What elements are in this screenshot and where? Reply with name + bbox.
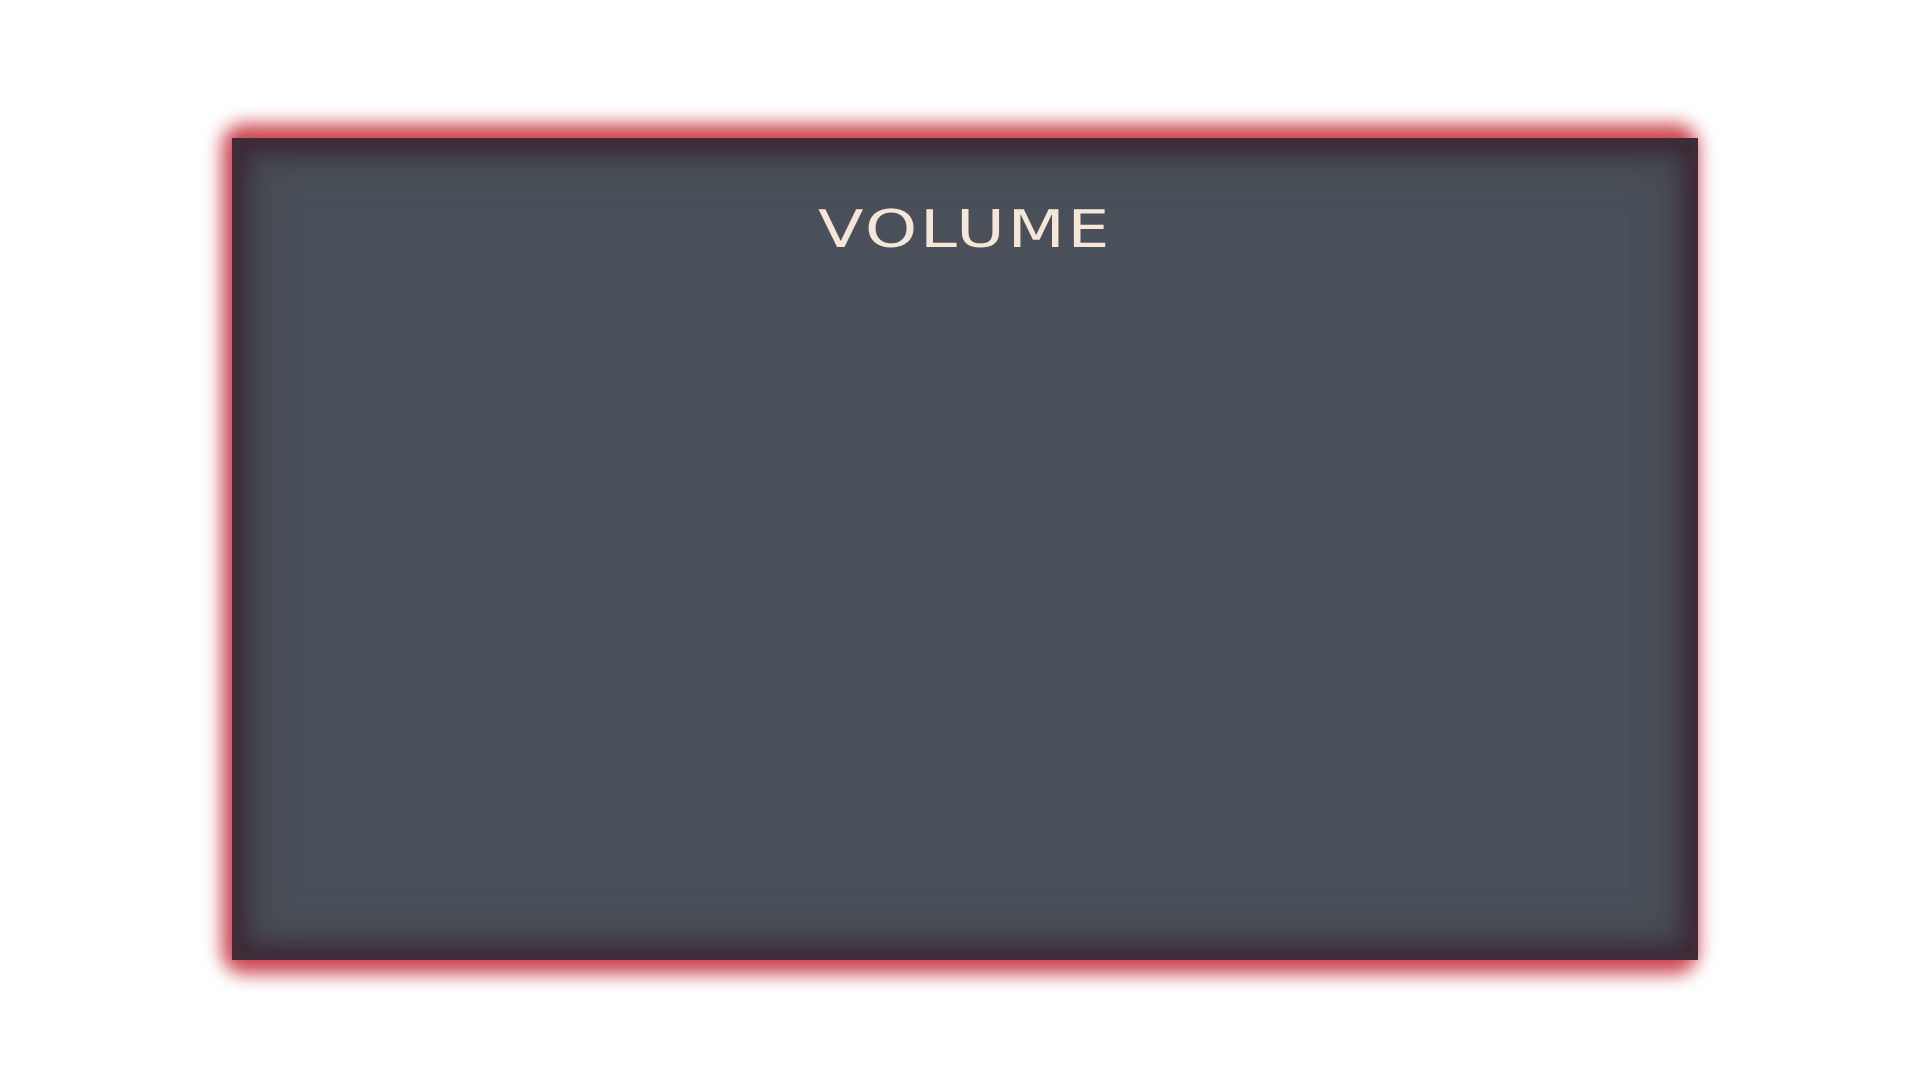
game-screen: VOLUME xyxy=(0,0,1920,1080)
volume-panel: VOLUME xyxy=(232,138,1698,960)
panel-title: VOLUME xyxy=(817,200,1113,260)
